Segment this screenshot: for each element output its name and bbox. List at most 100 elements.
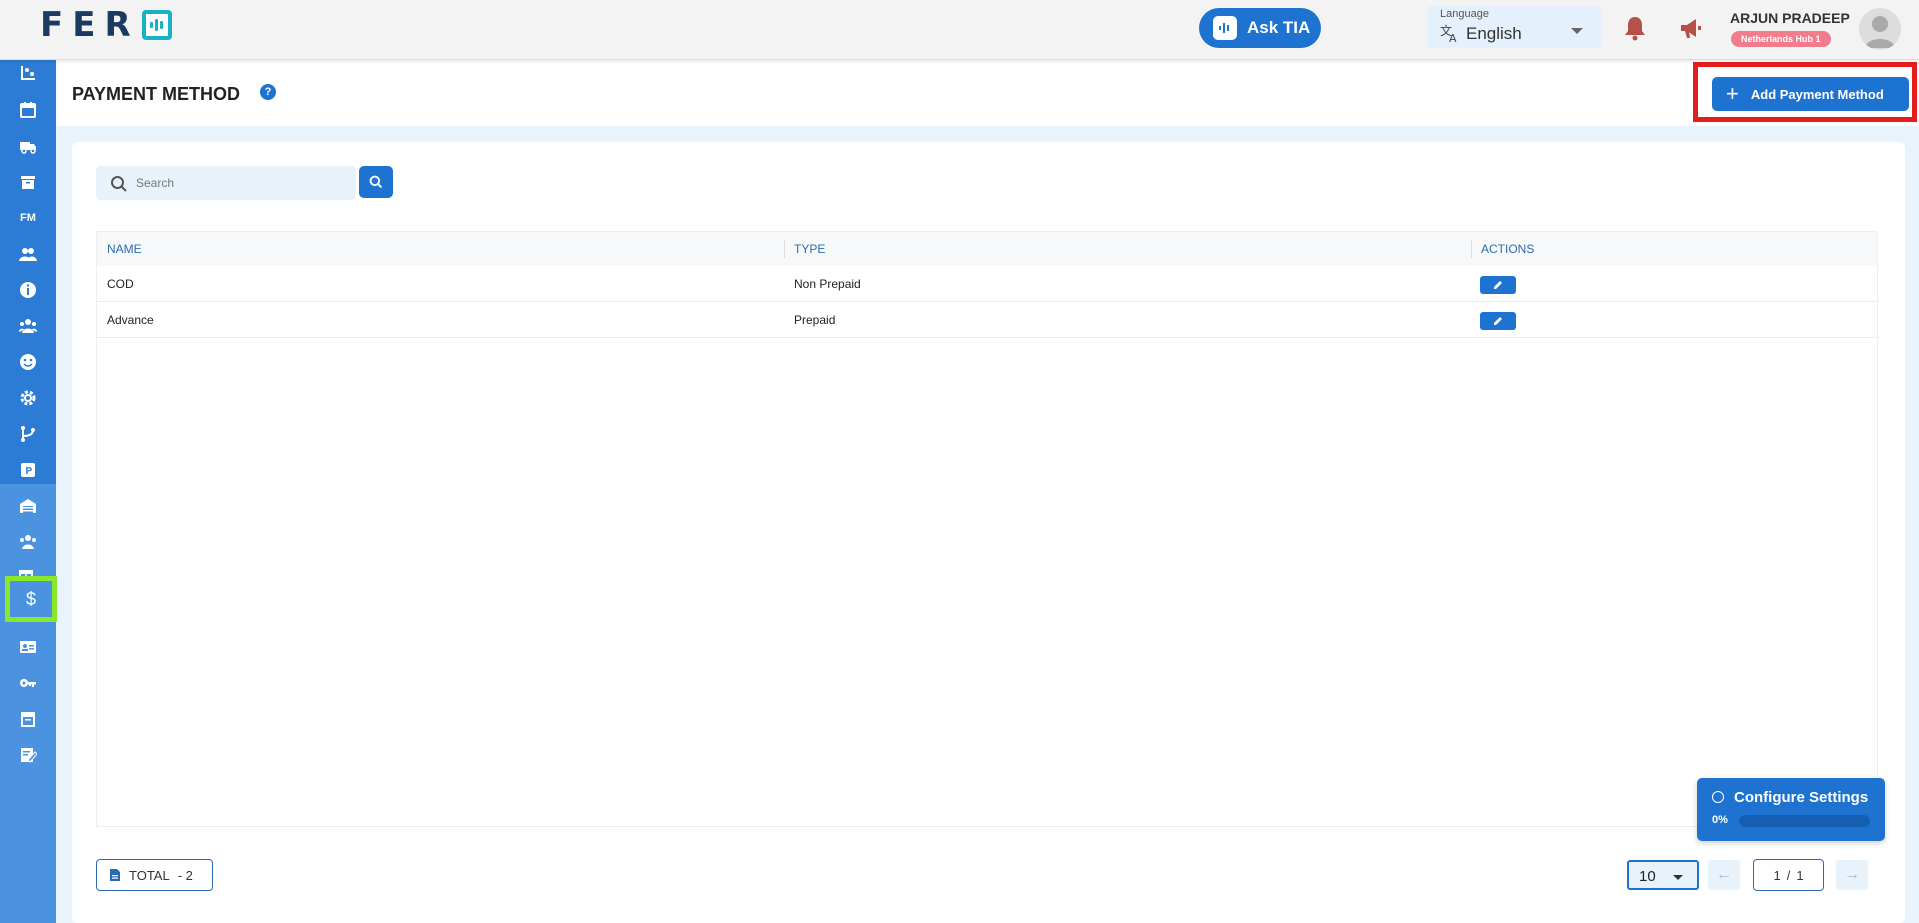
sidebar-item-payment-method[interactable]: $ [5, 576, 57, 622]
column-divider [784, 240, 785, 258]
page-header: PAYMENT METHOD ? + Add Payment Method [56, 60, 1919, 126]
column-header-name[interactable]: NAME [107, 232, 142, 266]
add-payment-method-button[interactable]: + Add Payment Method [1712, 77, 1909, 111]
previous-page-button[interactable]: ← [1708, 860, 1740, 890]
settings-icon [20, 390, 36, 406]
branch-icon [21, 426, 35, 442]
people-icon [19, 248, 37, 261]
edit-button[interactable] [1480, 276, 1516, 294]
table-row: Advance Prepaid [97, 302, 1877, 338]
page-size-select[interactable]: 10 [1627, 860, 1699, 890]
add-payment-method-label: Add Payment Method [1750, 86, 1884, 102]
language-value: English [1466, 24, 1522, 43]
info-icon [20, 282, 36, 298]
translate-icon: 文A [1440, 23, 1460, 48]
plus-icon: + [1726, 81, 1739, 106]
truck-icon [20, 142, 36, 154]
smiley-icon [20, 354, 36, 370]
sidebar: FM P $ [0, 60, 57, 923]
svg-text:P: P [25, 466, 32, 477]
sidebar-item-branches[interactable] [0, 416, 56, 452]
help-icon[interactable]: ? [260, 84, 276, 100]
megaphone-icon[interactable] [1678, 15, 1704, 41]
configure-settings-title: Configure Settings [1734, 789, 1869, 806]
sidebar-item-people[interactable] [0, 236, 56, 272]
top-header: FER Ask TIA Language 文A English ARJUN PR… [0, 0, 1919, 60]
pencil-icon [1494, 317, 1502, 325]
circle-icon [1712, 791, 1724, 803]
sidebar-item-parking[interactable]: P [0, 452, 56, 488]
arrow-right-icon: → [1844, 866, 1860, 883]
ask-tia-button[interactable]: Ask TIA [1199, 8, 1321, 48]
page-indicator: 1 / 1 [1753, 859, 1824, 891]
dashboard-icon [21, 66, 35, 80]
page-current: 1 [1773, 867, 1781, 883]
sidebar-item-delivery[interactable] [0, 128, 56, 164]
search-box [96, 166, 356, 200]
search-input[interactable] [136, 166, 346, 200]
avatar[interactable] [1859, 8, 1901, 50]
key-icon [20, 679, 36, 687]
parking-icon: P [21, 463, 35, 477]
row-name: COD [107, 277, 134, 291]
ask-tia-label: Ask TIA [1247, 18, 1311, 37]
row-type: Non Prepaid [794, 277, 861, 291]
edit-button[interactable] [1480, 312, 1516, 330]
next-page-button[interactable]: → [1836, 860, 1868, 890]
payment-method-table: NAME TYPE ACTIONS COD Non Prepaid Advanc… [96, 231, 1878, 827]
sidebar-item-notes[interactable] [0, 737, 56, 773]
total-value: - 2 [177, 867, 193, 883]
sidebar-item-printer[interactable] [0, 701, 56, 737]
page-total: 1 [1796, 867, 1804, 883]
sidebar-item-archive[interactable] [0, 164, 56, 200]
fero-logo[interactable]: FER [40, 5, 172, 45]
calendar-icon [20, 102, 36, 118]
sidebar-item-group[interactable] [0, 524, 56, 560]
note-icon [21, 748, 37, 763]
fm-icon: FM [20, 212, 36, 224]
page-title: PAYMENT METHOD [72, 84, 241, 104]
archive-icon [21, 176, 35, 189]
hub-badge: Netherlands Hub 1 [1731, 31, 1831, 47]
search-icon [111, 176, 127, 192]
row-type: Prepaid [794, 313, 836, 327]
sidebar-item-dashboard[interactable] [0, 60, 56, 86]
configure-settings-widget[interactable]: Configure Settings 0% [1697, 778, 1885, 841]
svg-text:A: A [1449, 32, 1457, 43]
search-button[interactable] [359, 166, 393, 198]
arrow-left-icon: ← [1716, 866, 1732, 883]
voice-bars-icon [1213, 16, 1237, 40]
group-icon [20, 535, 36, 549]
sidebar-item-calendar[interactable] [0, 92, 56, 128]
sidebar-item-id-card[interactable] [0, 629, 56, 665]
page-size-value: 10 [1639, 868, 1656, 885]
column-header-type[interactable]: TYPE [794, 232, 825, 266]
progress-bar [1739, 815, 1870, 827]
chevron-down-icon [1571, 28, 1583, 34]
column-header-actions: ACTIONS [1481, 242, 1535, 256]
column-divider [1471, 240, 1472, 258]
chevron-down-icon [1673, 875, 1683, 880]
sidebar-item-info[interactable] [0, 272, 56, 308]
sidebar-item-warehouse[interactable] [0, 488, 56, 524]
sidebar-item-feedback[interactable] [0, 344, 56, 380]
table-row: COD Non Prepaid [97, 266, 1877, 302]
bell-icon[interactable] [1623, 15, 1647, 41]
sidebar-item-fm[interactable]: FM [0, 200, 56, 236]
language-select[interactable]: Language 文A English [1428, 6, 1601, 48]
content-card: NAME TYPE ACTIONS COD Non Prepaid Advanc… [72, 142, 1905, 923]
language-label: Language [1440, 8, 1489, 20]
pencil-icon [1494, 281, 1502, 289]
row-name: Advance [107, 313, 154, 327]
sidebar-item-team[interactable] [0, 308, 56, 344]
table-header: NAME TYPE ACTIONS [97, 232, 1877, 266]
search-icon [369, 175, 383, 189]
user-name: ARJUN PRADEEP [1730, 10, 1850, 26]
sidebar-item-settings[interactable] [0, 380, 56, 416]
progress-label: 0% [1712, 814, 1728, 826]
sidebar-item-keys[interactable] [0, 665, 56, 701]
printer-icon [21, 712, 35, 727]
warehouse-icon [20, 499, 36, 513]
page-separator: / [1786, 867, 1791, 883]
total-count: TOTAL - 2 [96, 859, 213, 891]
